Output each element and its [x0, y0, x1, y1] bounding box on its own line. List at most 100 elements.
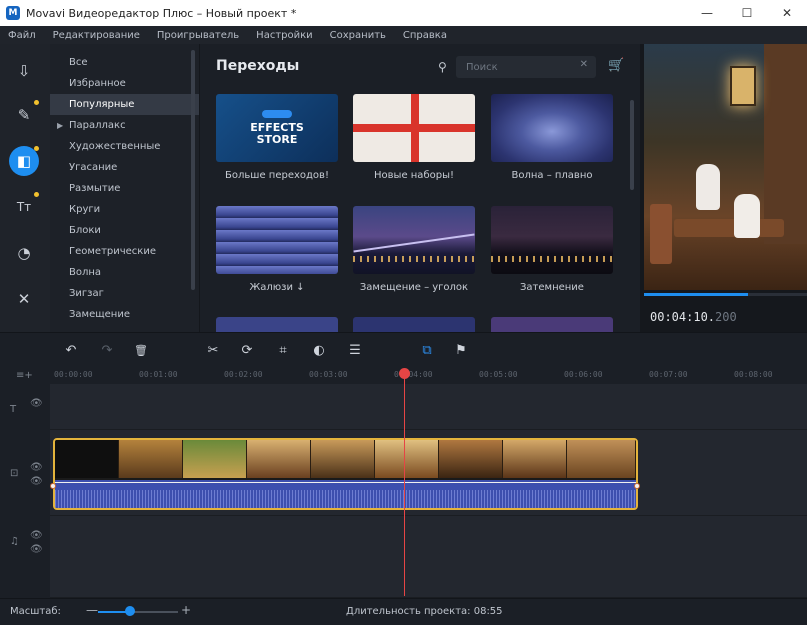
playhead-line[interactable]: [404, 374, 405, 596]
playhead-handle[interactable]: [399, 368, 410, 379]
zoom-slider[interactable]: [98, 611, 178, 613]
mute-eye-icon[interactable]: 👁: [30, 544, 43, 555]
category-favorites[interactable]: Избранное: [50, 73, 199, 94]
category-fade[interactable]: Угасание: [50, 157, 199, 178]
clear-search-icon[interactable]: ✕: [580, 59, 588, 70]
redo-button[interactable]: ↷: [98, 341, 116, 359]
scene-character: [696, 164, 720, 210]
add-track-icon[interactable]: ≡+: [16, 370, 33, 381]
category-blocks[interactable]: Блоки: [50, 220, 199, 241]
menu-player[interactable]: Проигрыватель: [157, 30, 239, 41]
panel-scrollbar[interactable]: [630, 100, 634, 190]
app-logo-icon: M: [6, 6, 20, 20]
clip-fade-handle-left[interactable]: [50, 483, 56, 489]
ruler-label: 00:07:00: [649, 370, 688, 379]
clip-frame: [247, 440, 311, 478]
transition-tile-fade-out[interactable]: Затемнение: [491, 206, 613, 293]
undo-button[interactable]: ↶: [62, 341, 80, 359]
ribbon-horizontal: [353, 124, 475, 132]
color-adjust-button[interactable]: ◐: [310, 341, 328, 359]
transition-tile-partial[interactable]: [353, 317, 475, 332]
category-circles[interactable]: Круги: [50, 199, 199, 220]
category-blur[interactable]: Размытие: [50, 178, 199, 199]
time-ruler[interactable]: 00:00:00 00:01:00 00:02:00 00:03:00 00:0…: [50, 366, 807, 384]
transitions-tool-button[interactable]: ◧: [9, 146, 39, 176]
clip-properties-button[interactable]: ☰: [346, 341, 364, 359]
transition-tile-blinds[interactable]: Жалюзи ↓: [216, 206, 338, 293]
category-replace[interactable]: Замещение: [50, 304, 199, 325]
bridge-line: [353, 233, 475, 253]
visibility-eye-icon[interactable]: 👁: [30, 530, 43, 541]
category-wave[interactable]: Волна: [50, 262, 199, 283]
playback-progress[interactable]: [644, 293, 807, 296]
text-track[interactable]: [50, 384, 807, 430]
transitions-panel: Переходы ⚲ Поиск ✕ 🛒 EFFECTS STORE Больш…: [200, 44, 640, 332]
transition-tile-replace-corner[interactable]: Замещение – уголок: [353, 206, 475, 293]
category-zigzag[interactable]: Зигзаг: [50, 283, 199, 304]
store-text-2: STORE: [256, 133, 298, 146]
titles-icon: Tт: [16, 200, 32, 214]
transition-tile-wave-smooth[interactable]: Волна – плавно: [491, 94, 613, 181]
category-popular[interactable]: Популярные: [50, 94, 199, 115]
transition-tile-store[interactable]: EFFECTS STORE Больше переходов!: [216, 94, 338, 181]
magic-wand-icon: ✎: [17, 106, 31, 124]
panel-title: Переходы: [216, 58, 300, 74]
overlay-button[interactable]: ⧉: [418, 341, 436, 359]
menu-settings[interactable]: Настройки: [256, 30, 312, 41]
category-artistic[interactable]: Художественные: [50, 136, 199, 157]
category-all[interactable]: Все: [50, 52, 199, 73]
category-scrollbar[interactable]: [191, 50, 195, 290]
menu-edit[interactable]: Редактирование: [53, 30, 140, 41]
zoom-out-button[interactable]: —: [86, 603, 98, 617]
audio-track[interactable]: [50, 516, 807, 598]
category-label: Геометрические: [69, 246, 156, 257]
tool-strip: ⇩ ✎ ◧ Tт ◔ ✕: [0, 44, 50, 332]
category-geometric[interactable]: Геометрические: [50, 241, 199, 262]
new-badge-dot: [34, 192, 39, 197]
city-lights: [353, 256, 475, 262]
titles-tool-button[interactable]: Tт: [9, 192, 39, 222]
rotate-button[interactable]: ⟳: [238, 341, 256, 359]
menu-help[interactable]: Справка: [403, 30, 447, 41]
marker-button[interactable]: ⚑: [452, 341, 470, 359]
project-duration: Длительность проекта: 08:55: [346, 606, 503, 617]
cart-icon[interactable]: 🛒: [608, 58, 624, 73]
search-icon[interactable]: ⚲: [438, 60, 447, 74]
cut-button[interactable]: ✂: [204, 341, 222, 359]
volume-line[interactable]: [55, 482, 636, 483]
minimize-button[interactable]: —: [687, 0, 727, 26]
category-label: Угасание: [69, 162, 118, 173]
transition-tile-new-sets[interactable]: Новые наборы!: [353, 94, 475, 181]
menu-save[interactable]: Сохранить: [330, 30, 386, 41]
mute-eye-icon[interactable]: 👁: [30, 476, 43, 487]
scene-table: [674, 219, 784, 237]
zoom-in-button[interactable]: +: [181, 603, 191, 617]
tile-label: Новые наборы!: [374, 170, 454, 181]
more-tools-button[interactable]: ✕: [9, 284, 39, 314]
visibility-eye-icon[interactable]: 👁: [30, 398, 43, 409]
new-badge-dot: [34, 146, 39, 151]
search-input[interactable]: Поиск ✕: [456, 56, 596, 78]
clip-fade-handle-right[interactable]: [634, 483, 640, 489]
delete-button[interactable]: 🗑: [132, 341, 150, 359]
category-label: Блоки: [69, 225, 101, 236]
scene-chair: [650, 204, 672, 264]
clip-frame: [55, 440, 119, 478]
category-label: Зигзаг: [69, 288, 104, 299]
stickers-tool-button[interactable]: ◔: [9, 238, 39, 268]
zoom-slider-thumb[interactable]: [125, 606, 135, 616]
close-button[interactable]: ✕: [767, 0, 807, 26]
crop-button[interactable]: ⌗: [274, 341, 292, 359]
menu-file[interactable]: Файл: [8, 30, 36, 41]
video-clip[interactable]: [53, 438, 638, 510]
search-placeholder: Поиск: [466, 61, 498, 73]
maximize-button[interactable]: ☐: [727, 0, 767, 26]
visibility-eye-icon[interactable]: 👁: [30, 462, 43, 473]
category-parallax[interactable]: ▶ Параллакс: [50, 115, 199, 136]
category-label: Параллакс: [69, 120, 126, 131]
transition-tile-partial[interactable]: [216, 317, 338, 332]
import-tool-button[interactable]: ⇩: [9, 56, 39, 86]
transition-tile-partial[interactable]: [491, 317, 613, 332]
category-label: Все: [69, 57, 88, 68]
filters-tool-button[interactable]: ✎: [9, 100, 39, 130]
